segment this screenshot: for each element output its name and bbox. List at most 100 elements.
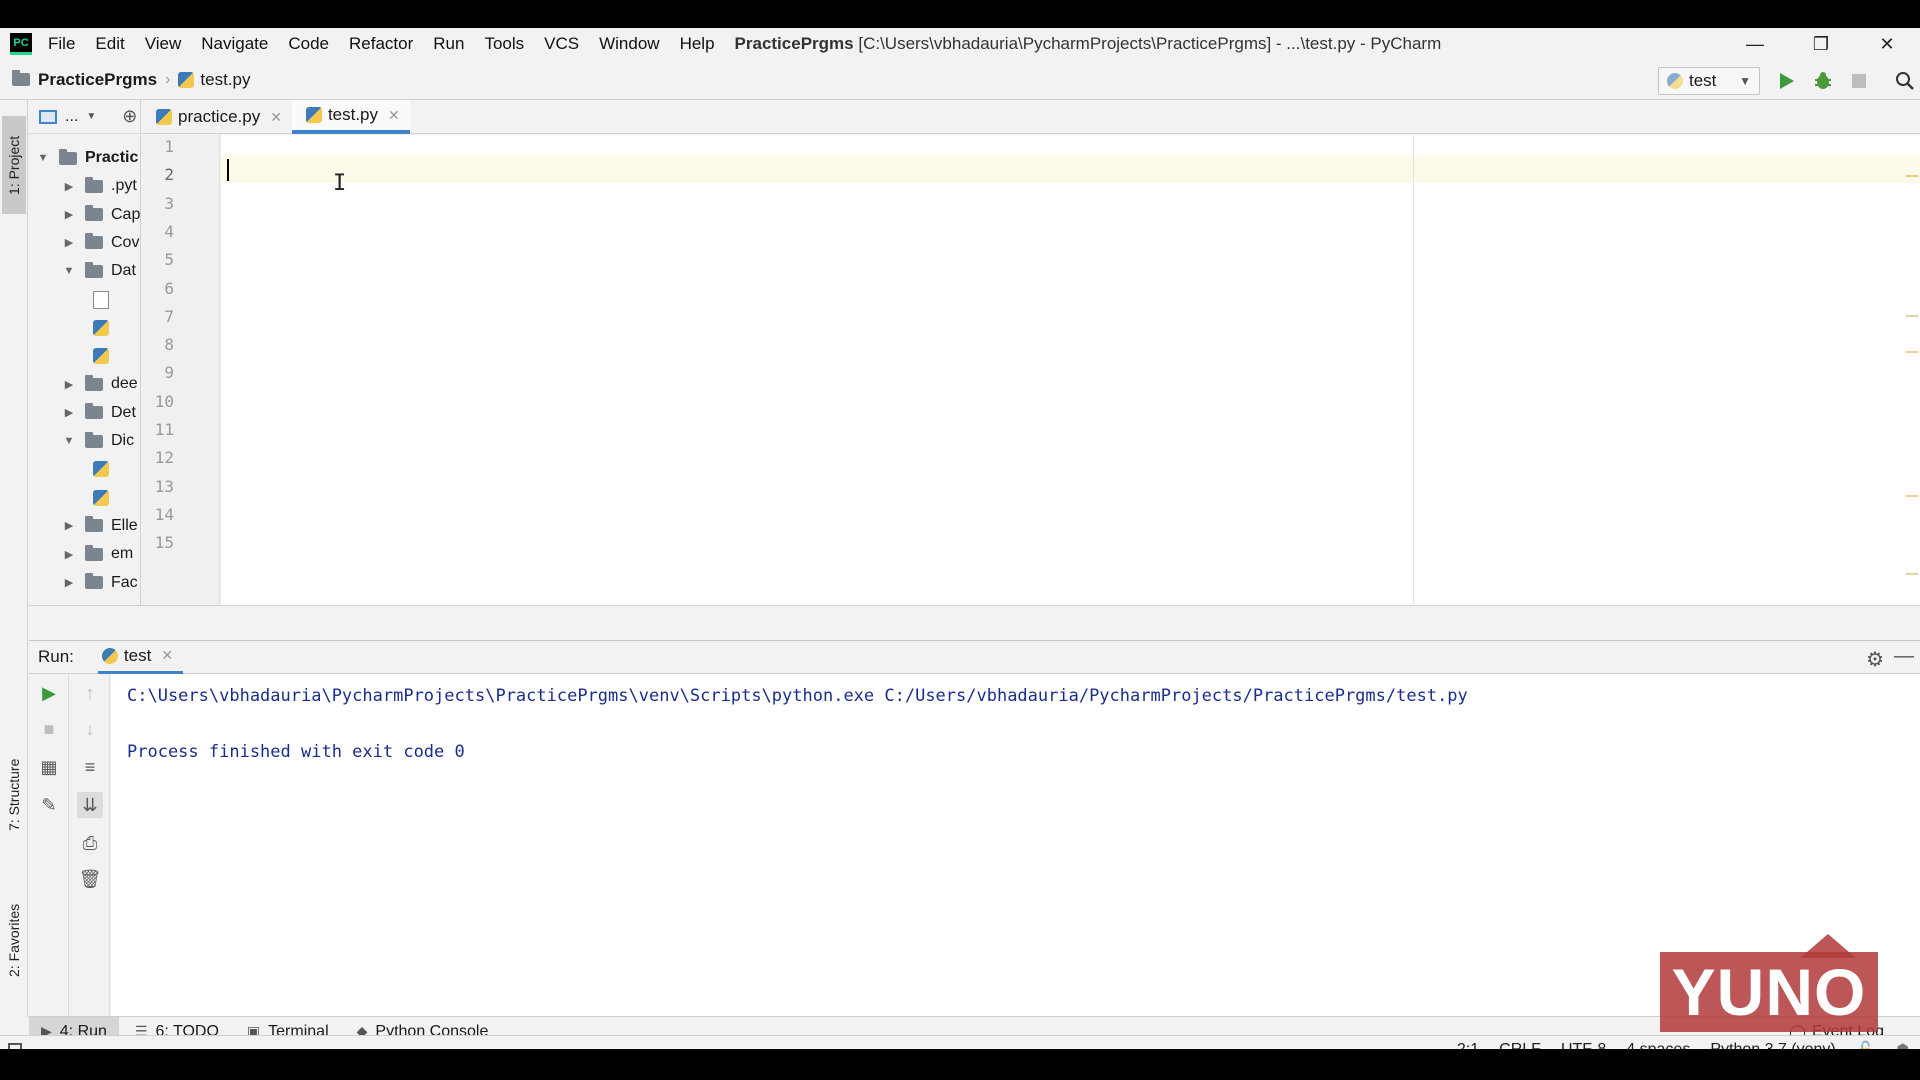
tree-item[interactable]: ▶ Elle [61,512,138,540]
debug-icon[interactable] [1810,68,1836,94]
run-panel-header: Run: test ✕ ⚙ — [29,640,1920,674]
menu-navigate[interactable]: Navigate [201,34,268,54]
breadcrumb-project[interactable]: PracticePrgms [12,70,157,90]
chevron-right-icon[interactable]: ▶ [61,378,77,391]
menu-view[interactable]: View [145,34,182,54]
window-title: PracticePrgms [C:\Users\vbhadauria\Pycha… [735,34,1442,54]
chevron-right-icon[interactable]: ▶ [61,548,77,561]
window-title-project: PracticePrgms [734,34,854,53]
tree-item[interactable]: ▼ Dic [61,427,134,455]
tree-item-label: .pyt [111,177,137,195]
menu-file[interactable]: File [48,34,75,54]
menu-edit[interactable]: Edit [95,34,124,54]
tree-item[interactable] [93,286,109,314]
arrow-down-icon[interactable]: ↓ [77,716,103,742]
tree-item-label: Dat [111,262,136,280]
tree-item[interactable] [93,314,115,342]
tree-item[interactable]: ▼ Practic [35,144,138,172]
menu-run[interactable]: Run [433,34,464,54]
tab-label: practice.py [178,107,261,126]
tree-item-label: em [111,545,134,563]
tree-item[interactable]: ▶ Cap [61,201,140,229]
restore-button[interactable]: ❐ [1788,28,1854,60]
tree-item-label: Cov [111,233,140,251]
tool-tab-project[interactable]: 1: Project [2,116,26,214]
tab-test-py[interactable]: test.py ✕ [291,100,410,134]
close-tab-icon[interactable]: ✕ [270,109,282,126]
tool-tab-favorites[interactable]: 2: Favorites [2,880,26,1000]
locate-file-icon[interactable]: ⊕ [122,106,137,127]
chevron-right-icon[interactable]: ▶ [61,208,77,221]
search-icon[interactable] [1892,68,1918,94]
close-button[interactable]: ✕ [1854,28,1920,60]
chevron-down-icon[interactable]: ▼ [35,152,51,164]
panel-splitter[interactable] [29,605,1920,640]
stop-icon[interactable] [1846,68,1872,94]
chevron-right-icon[interactable]: ▶ [61,406,77,419]
chevron-down-icon[interactable]: ▼ [61,435,77,447]
code-editor[interactable]: I [221,135,1920,605]
project-view-icon[interactable] [39,109,57,124]
tab-practice-py[interactable]: practice.py ✕ [142,100,292,134]
stop-icon[interactable]: ■ [36,716,62,742]
tree-item[interactable]: ▶ Cov [61,229,139,257]
line-number: 8 [164,335,174,355]
close-tab-icon[interactable]: ✕ [388,107,400,124]
pin-icon[interactable]: ✎ [36,792,62,818]
tree-item[interactable]: ▶ em [61,540,133,568]
window-title-path: [C:\Users\vbhadauria\PycharmProjects\Pra… [858,34,1442,53]
right-margin-guide [1413,135,1414,605]
arrow-up-icon[interactable]: ↑ [77,680,103,706]
menu-window[interactable]: Window [599,34,659,54]
menu-code[interactable]: Code [288,34,329,54]
screen-bottom-border [0,1049,1920,1080]
csv-file-icon [93,290,109,309]
gear-icon[interactable]: ⚙ [1866,647,1884,672]
run-configuration-select[interactable]: test ▼ [1658,67,1760,95]
layout-icon[interactable]: ▦ [36,754,62,780]
pycharm-window: PC File Edit View Navigate Code Refactor… [0,28,1920,1063]
rerun-icon[interactable]: ▶ [36,680,62,706]
soft-wrap-icon[interactable]: ≡ [77,754,103,780]
tree-item[interactable] [93,342,115,370]
tree-item[interactable]: ▶ Fac [61,569,138,597]
run-console-output[interactable]: C:\Users\vbhadauria\PycharmProjects\Prac… [111,674,1920,1016]
left-tool-stripe: 1: Project 7: Structure 2: Favorites [0,100,28,1017]
folder-icon [85,403,103,420]
tree-item[interactable]: ▼ Dat [61,257,136,285]
chevron-right-icon[interactable]: ▶ [61,519,77,532]
close-tab-icon[interactable]: ✕ [161,647,173,664]
error-stripe-marker [1906,351,1918,353]
menu-tools[interactable]: Tools [484,34,524,54]
scroll-to-end-icon[interactable]: ⇊ [77,792,103,818]
hide-panel-icon[interactable]: — [1894,645,1914,668]
tree-item[interactable] [93,455,115,483]
chevron-right-icon[interactable]: ▶ [61,180,77,193]
minimize-button[interactable]: — [1722,28,1788,60]
print-icon[interactable]: ⎙ [77,830,103,856]
tree-item-label: Det [111,403,136,421]
chevron-right-icon[interactable]: ▶ [61,236,77,249]
breadcrumb-project-label: PracticePrgms [38,69,158,89]
tree-item[interactable] [93,484,115,512]
project-view-dropdown[interactable]: ... [65,108,78,126]
tree-item[interactable]: ▶ .pyt [61,172,137,200]
run-tab-test[interactable]: test ✕ [97,640,184,674]
breadcrumb-file[interactable]: test.py [178,70,251,90]
tree-item[interactable]: ▶ Det [61,399,136,427]
menu-help[interactable]: Help [680,34,715,54]
chevron-right-icon[interactable]: ▶ [61,576,77,589]
tree-item[interactable]: ▶ dee [61,370,138,398]
run-toolbar-right: ↑ ↓ ≡ ⇊ ⎙ 🗑 [70,674,110,1016]
menu-refactor[interactable]: Refactor [349,34,413,54]
python-file-icon [93,319,109,336]
chevron-down-icon[interactable]: ▼ [61,265,77,277]
menu-vcs[interactable]: VCS [544,34,579,54]
line-number: 15 [154,533,174,553]
tree-item-label: Dic [111,432,135,449]
tree-item-label: Cap [111,205,141,223]
folder-icon [85,374,103,391]
trash-icon[interactable]: 🗑 [77,866,103,892]
tool-tab-structure[interactable]: 7: Structure [2,740,26,850]
run-icon[interactable] [1774,68,1800,94]
